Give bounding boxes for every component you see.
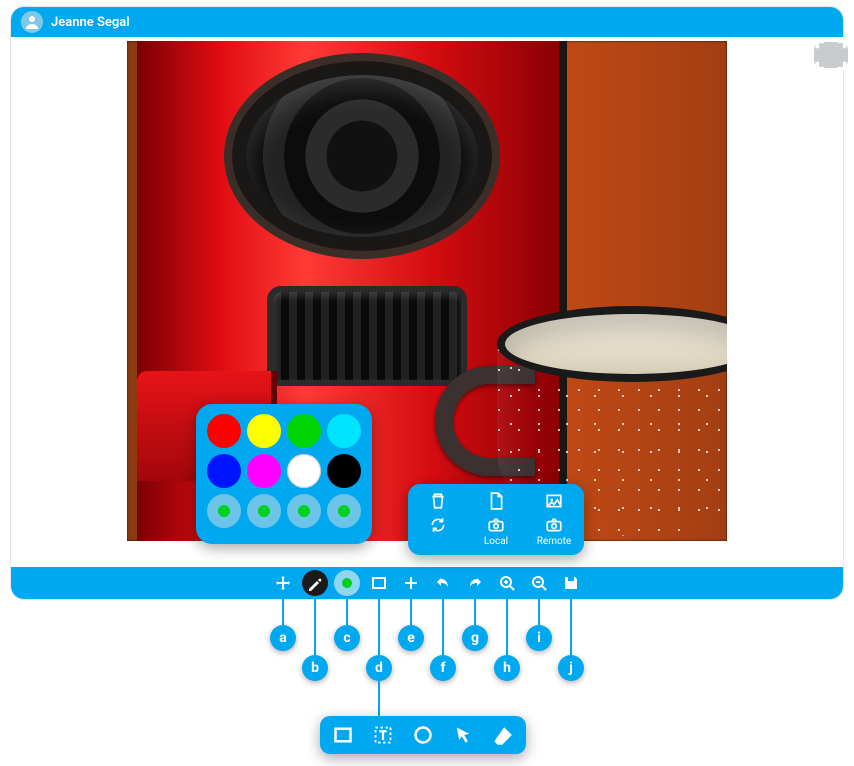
camera-icon xyxy=(545,516,563,534)
recent-color[interactable] xyxy=(327,494,361,528)
zoomin-tool-button[interactable] xyxy=(494,570,520,596)
zoomout-tool-button[interactable] xyxy=(526,570,552,596)
annotation-badge-g: g xyxy=(462,625,488,651)
zoom-out-icon xyxy=(531,575,547,591)
move-icon xyxy=(275,575,291,591)
color-swatch[interactable] xyxy=(247,414,281,448)
rect-icon xyxy=(371,575,387,591)
save-icon xyxy=(563,575,579,591)
annotation-badge-a: a xyxy=(270,625,296,651)
new-file-button[interactable] xyxy=(476,492,516,510)
annotation-badge-j: j xyxy=(558,655,584,681)
file-icon xyxy=(487,492,505,510)
username-label: Jeanne Segal xyxy=(51,15,130,30)
color-dot-icon xyxy=(338,505,350,517)
user-icon xyxy=(24,14,40,30)
text-shape-button[interactable] xyxy=(372,724,394,746)
text-icon xyxy=(373,725,393,745)
trash-icon xyxy=(429,492,447,510)
color-swatch[interactable] xyxy=(327,454,361,488)
delete-button[interactable] xyxy=(418,492,458,510)
annotation-badge-e: e xyxy=(398,625,424,651)
avatar[interactable] xyxy=(21,11,43,33)
annotation-badge-d: d xyxy=(366,655,392,681)
color-palette-popup xyxy=(196,404,372,544)
rect-shape-button[interactable] xyxy=(332,724,354,746)
remote-label: Remote xyxy=(537,536,572,547)
rect-icon xyxy=(333,725,353,745)
color-swatch[interactable] xyxy=(207,414,241,448)
draw-tool-button[interactable] xyxy=(302,570,328,596)
color-dot-icon xyxy=(342,578,352,588)
recent-color[interactable] xyxy=(207,494,241,528)
color-swatch[interactable] xyxy=(287,414,321,448)
pencil-icon xyxy=(307,575,323,591)
redo-tool-button[interactable] xyxy=(462,570,488,596)
color-dot-icon xyxy=(298,505,310,517)
shape-toolbar xyxy=(320,716,526,754)
toolbar xyxy=(11,567,843,599)
pointer-shape-button[interactable] xyxy=(452,724,474,746)
add-tool-button[interactable] xyxy=(398,570,424,596)
move-tool-button[interactable] xyxy=(270,570,296,596)
undo-tool-button[interactable] xyxy=(430,570,456,596)
shape-tool-button[interactable] xyxy=(366,570,392,596)
image-icon xyxy=(545,492,563,510)
color-tool-button[interactable] xyxy=(334,570,360,596)
circle-icon xyxy=(413,725,433,745)
capture-local-button[interactable]: Local xyxy=(476,516,516,547)
redo-icon xyxy=(467,575,483,591)
pointer-icon xyxy=(453,725,473,745)
annotation-badge-i: i xyxy=(526,625,552,651)
fullscreen-button[interactable] xyxy=(814,42,848,68)
open-image-button[interactable] xyxy=(534,492,574,510)
eraser-shape-button[interactable] xyxy=(492,724,514,746)
fullscreen-icon xyxy=(814,38,848,72)
refresh-icon xyxy=(429,516,447,534)
annotation-badge-h: h xyxy=(494,655,520,681)
zoom-in-icon xyxy=(499,575,515,591)
local-label: Local xyxy=(484,536,508,547)
color-swatch[interactable] xyxy=(287,454,321,488)
color-dot-icon xyxy=(258,505,270,517)
color-swatch[interactable] xyxy=(247,454,281,488)
color-swatch[interactable] xyxy=(207,454,241,488)
annotation-badge-c: c xyxy=(334,625,360,651)
plus-icon xyxy=(403,575,419,591)
camera-icon xyxy=(487,516,505,534)
color-swatch[interactable] xyxy=(327,414,361,448)
title-bar: Jeanne Segal xyxy=(11,7,843,37)
refresh-button[interactable] xyxy=(418,516,458,534)
save-tool-button[interactable] xyxy=(558,570,584,596)
annotation-badge-b: b xyxy=(302,655,328,681)
recent-color[interactable] xyxy=(247,494,281,528)
color-dot-icon xyxy=(218,505,230,517)
eraser-icon xyxy=(493,725,513,745)
circle-shape-button[interactable] xyxy=(412,724,434,746)
undo-icon xyxy=(435,575,451,591)
annotation-badge-f: f xyxy=(430,655,456,681)
file-popup: Local Remote xyxy=(408,484,584,555)
recent-color[interactable] xyxy=(287,494,321,528)
capture-remote-button[interactable]: Remote xyxy=(534,516,574,547)
